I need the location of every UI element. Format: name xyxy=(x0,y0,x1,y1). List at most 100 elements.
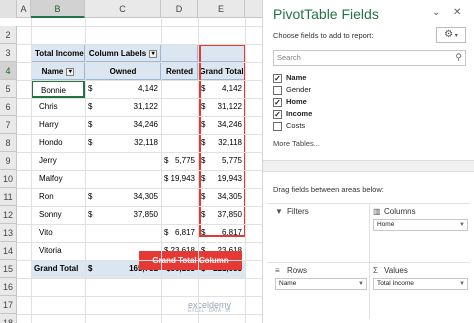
filter-dropdown-icon[interactable]: ▾ xyxy=(149,49,158,58)
filter-icon: ▼ xyxy=(275,207,283,216)
value-text: 4,142 xyxy=(137,84,158,93)
pane-splitter[interactable] xyxy=(263,160,474,172)
pivot-value-cell[interactable]: $4,142 xyxy=(85,80,161,98)
row-header-12[interactable]: 12 xyxy=(0,206,17,224)
rows-area-item[interactable]: Name ▼ xyxy=(275,278,367,290)
field-list-settings-button[interactable]: ⚙ ▾ xyxy=(436,27,466,43)
pivot-value-cell[interactable] xyxy=(85,224,161,242)
row-header-2[interactable]: 2 xyxy=(0,26,17,44)
pivot-value-cell[interactable]: $31,122 xyxy=(85,98,161,116)
column-header-c[interactable]: C xyxy=(85,0,161,18)
pivot-value-cell[interactable]: $6,817 xyxy=(161,224,198,242)
field-name[interactable]: ✓ Name xyxy=(273,72,306,84)
pivot-value-cell[interactable] xyxy=(85,170,161,188)
row-header-10[interactable]: 10 xyxy=(0,170,17,188)
checkbox[interactable]: ✓ xyxy=(273,97,282,107)
checkbox[interactable] xyxy=(273,85,282,95)
row-header-13[interactable]: 13 xyxy=(0,224,17,242)
row-header-11[interactable]: 11 xyxy=(0,188,17,206)
active-cell[interactable]: Bonnie xyxy=(31,80,85,98)
pivot-row-label[interactable]: Vito xyxy=(31,224,85,242)
drag-fields-label: Drag fields between areas below: xyxy=(273,185,384,194)
pivot-row-label[interactable]: Malfoy xyxy=(31,170,85,188)
filter-dropdown-icon[interactable]: ▾ xyxy=(66,67,75,76)
rented-header-text: Rented xyxy=(165,67,194,76)
row-header-18[interactable]: 18 xyxy=(0,314,17,323)
currency-symbol: $ xyxy=(88,210,93,219)
spreadsheet-grid[interactable]: A B C D E 2 3 4 5 6 7 8 9 10 11 12 13 14 15 16 17 18 Tot… xyxy=(0,0,262,323)
pivot-value-cell[interactable]: $37,850 xyxy=(85,206,161,224)
pivot-row-label[interactable]: Ron xyxy=(31,188,85,206)
pivot-value-cell[interactable]: $5,775 xyxy=(161,152,198,170)
value-text: 32,118 xyxy=(134,138,158,147)
pivot-col-header-rented[interactable]: Rented xyxy=(161,62,198,80)
pivot-row-label[interactable]: Chris xyxy=(31,98,85,116)
column-header-a[interactable]: A xyxy=(17,0,31,18)
checkbox[interactable]: ✓ xyxy=(273,109,282,119)
gridline xyxy=(17,260,262,261)
select-all-corner[interactable] xyxy=(0,0,17,18)
currency-symbol: $ xyxy=(164,174,169,183)
field-home[interactable]: ✓ Home xyxy=(273,96,307,108)
row-name-text: Bonnie xyxy=(41,86,66,95)
checkbox[interactable]: ✓ xyxy=(273,73,282,83)
row-header-5[interactable]: 5 xyxy=(0,80,17,98)
pivot-value-cell[interactable]: $19,943 xyxy=(161,170,198,188)
row-header-9[interactable]: 9 xyxy=(0,152,17,170)
pivot-row-label[interactable]: Jerry xyxy=(31,152,85,170)
pivot-value-cell[interactable] xyxy=(85,152,161,170)
checkbox[interactable] xyxy=(273,121,282,131)
pivot-value-cell[interactable] xyxy=(161,206,198,224)
field-costs[interactable]: Costs xyxy=(273,120,305,132)
row-header-17[interactable]: 17 xyxy=(0,296,17,314)
area-divider xyxy=(369,203,370,319)
row-header-6[interactable]: 6 xyxy=(0,98,17,116)
values-area-item[interactable]: Total Income ▼ xyxy=(373,278,468,290)
row-header-4[interactable]: 4 xyxy=(0,62,17,80)
pivot-value-cell[interactable] xyxy=(161,134,198,152)
pivot-grand-total-row-label[interactable]: Grand Total xyxy=(31,260,85,278)
pivot-row-label[interactable]: Hondo xyxy=(31,134,85,152)
pivot-column-labels[interactable]: Column Labels ▾ xyxy=(85,44,161,62)
gridline xyxy=(17,188,262,189)
row-name-text: Hondo xyxy=(39,138,63,147)
pivot-value-cell[interactable]: $34,305 xyxy=(85,188,161,206)
value-text: 37,850 xyxy=(133,210,158,219)
pivot-value-title[interactable]: Total Income xyxy=(31,44,85,62)
more-tables-link[interactable]: More Tables... xyxy=(273,139,320,148)
column-header-b[interactable]: B xyxy=(31,0,85,18)
columns-area-item[interactable]: Home ▼ xyxy=(373,219,468,231)
row-header-14[interactable]: 14 xyxy=(0,242,17,260)
pivot-value-cell[interactable]: $34,246 xyxy=(85,116,161,134)
pivot-row-label[interactable]: Vitoria xyxy=(31,242,85,260)
pivot-value-cell[interactable] xyxy=(161,98,198,116)
pivot-row-label[interactable]: Harry xyxy=(31,116,85,134)
pivot-value-cell[interactable] xyxy=(161,80,198,98)
field-income[interactable]: ✓ Income xyxy=(273,108,312,120)
value-text: 6,817 xyxy=(174,228,195,237)
pane-options-chevron-icon[interactable]: ⌄ xyxy=(432,7,440,18)
row-name-text: Chris xyxy=(39,102,58,111)
rows-area-title: Rows xyxy=(287,266,308,275)
gridline xyxy=(17,134,262,135)
pivot-value-cell[interactable] xyxy=(161,116,198,134)
close-icon[interactable]: ✕ xyxy=(453,7,461,18)
search-input[interactable]: Search ⚲ xyxy=(273,50,466,66)
row-header-15[interactable]: 15 xyxy=(0,260,17,278)
column-header-d[interactable]: D xyxy=(161,0,198,18)
pivot-value-cell[interactable]: $32,118 xyxy=(85,134,161,152)
choose-fields-label: Choose fields to add to report: xyxy=(273,31,374,40)
currency-symbol: $ xyxy=(88,102,93,111)
row-header-8[interactable]: 8 xyxy=(0,134,17,152)
field-gender[interactable]: Gender xyxy=(273,84,311,96)
row-header-3[interactable]: 3 xyxy=(0,44,17,62)
field-label: Income xyxy=(286,109,313,118)
pivot-row-label[interactable]: Sonny xyxy=(31,206,85,224)
pivot-col-header-owned[interactable]: Owned xyxy=(85,62,161,80)
row-header-7[interactable]: 7 xyxy=(0,116,17,134)
column-header-e[interactable]: E xyxy=(198,0,245,18)
pivot-value-cell[interactable] xyxy=(161,188,198,206)
pivot-row-header-name[interactable]: Name ▾ xyxy=(31,62,85,80)
row-header-16[interactable]: 16 xyxy=(0,278,17,296)
currency-symbol: $ xyxy=(88,138,93,147)
